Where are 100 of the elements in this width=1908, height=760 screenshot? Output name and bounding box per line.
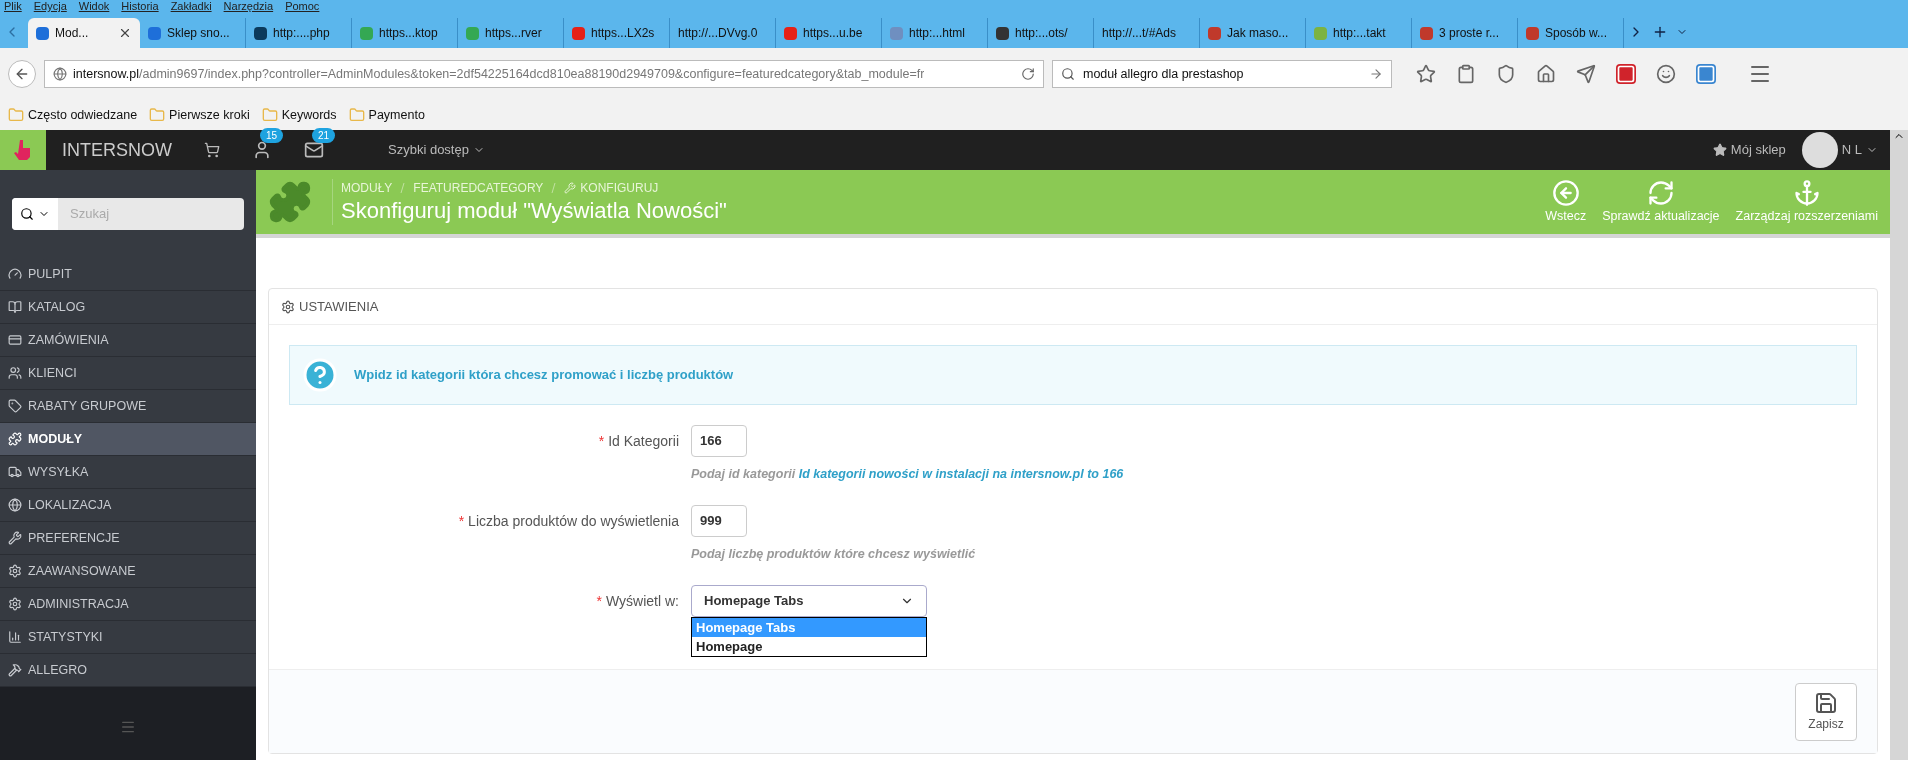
save-button[interactable]: Zapisz xyxy=(1795,682,1857,741)
required-mark: * xyxy=(596,593,602,609)
help-text: Podaj id kategorii Id kategorii nowości w instalacji na intersnow.pl to 166 xyxy=(691,466,1124,483)
bookmark[interactable]: Często odwiedzane xyxy=(8,105,138,125)
dropdown-option[interactable]: Homepage xyxy=(692,637,926,656)
tab-title: 3 proste r... xyxy=(1439,25,1500,42)
menu-item-icon xyxy=(8,333,22,347)
tab-title: Jak maso... xyxy=(1227,25,1289,42)
bookmark[interactable]: Pierwsze kroki xyxy=(149,105,250,125)
search-field[interactable]: moduł allegro dla prestashop xyxy=(1052,60,1392,88)
star-icon xyxy=(1712,143,1727,157)
tab-title: https...u.be xyxy=(803,25,863,42)
menu-item[interactable]: Historia xyxy=(121,0,159,13)
dropdown[interactable]: Homepage Tabs xyxy=(691,585,927,617)
question-icon xyxy=(302,357,338,393)
send-icon[interactable] xyxy=(1576,64,1596,84)
orders-icon[interactable] xyxy=(204,142,220,158)
sidebar-item[interactable]: MODUŁY xyxy=(0,423,256,456)
menu-item-icon xyxy=(8,564,22,578)
browser-tab[interactable]: Mod... xyxy=(28,18,140,48)
required-mark: * xyxy=(458,513,465,529)
sidebar-item[interactable]: ZAMÓWIENIA xyxy=(0,324,256,357)
sidebar-item[interactable]: STATYSTYKI xyxy=(0,621,256,654)
sidebar-item[interactable]: WYSYŁKA xyxy=(0,456,256,489)
gear-icon xyxy=(281,299,295,314)
action-icon xyxy=(1792,178,1821,207)
tab-title: http:....php xyxy=(273,25,330,42)
sidebar-item[interactable]: KLIENCI xyxy=(0,357,256,390)
sidebar-item[interactable]: LOKALIZACJA xyxy=(0,489,256,522)
clipboard-icon[interactable] xyxy=(1456,64,1476,84)
tab-title: https...ktop xyxy=(379,25,438,42)
field-label: Wyświetl w: xyxy=(606,593,679,609)
sidebar-item[interactable]: ADMINISTRACJA xyxy=(0,588,256,621)
action-icon xyxy=(1551,178,1580,207)
menu-item[interactable]: Pomoc xyxy=(285,0,320,13)
field-label: Liczba produktów do wyświetlenia xyxy=(468,513,679,529)
bookmark[interactable]: Keywords xyxy=(261,105,337,125)
customers-icon[interactable] xyxy=(252,140,272,160)
menu-item-icon xyxy=(8,498,22,512)
bookmark-star-icon[interactable] xyxy=(1416,64,1436,84)
tab-title: https...LX2s xyxy=(591,25,655,42)
sidebar-item[interactable]: RABATY GRUPOWE xyxy=(0,390,256,423)
page-title: Skonfiguruj moduł "Wyświatla Nowości" xyxy=(341,197,727,225)
input-field[interactable]: 999 xyxy=(691,505,747,537)
menu-item[interactable]: Zakładki xyxy=(170,0,212,13)
separator-icon xyxy=(400,183,406,193)
tab-title: http:...ots/ xyxy=(1015,25,1068,42)
menu-item-icon xyxy=(8,399,22,413)
menu-item[interactable]: Narzędzia xyxy=(223,0,274,13)
tab-title: http:...takt xyxy=(1333,25,1386,42)
sidebar-item[interactable]: PULPIT xyxy=(0,258,256,291)
tab-title: Mod... xyxy=(55,25,89,42)
field-label: Id Kategorii xyxy=(608,433,679,449)
menu-item[interactable]: Edycja xyxy=(33,0,67,13)
notification-badge: 21 xyxy=(312,128,336,143)
panel-heading: USTAWIENIA xyxy=(281,296,379,317)
menu-item-icon xyxy=(8,630,22,644)
search-icon xyxy=(1061,67,1075,81)
chat-icon[interactable] xyxy=(1656,64,1676,84)
shop-name[interactable]: INTERSNOW xyxy=(62,136,172,164)
my-shop-link[interactable]: Mój sklep xyxy=(1712,140,1786,160)
back-button[interactable] xyxy=(8,60,36,88)
puzzle-icon xyxy=(268,180,312,224)
separator-icon xyxy=(551,183,557,193)
quick-access-menu[interactable]: Szybki dostęp xyxy=(388,140,485,160)
menu-item-icon xyxy=(8,597,22,611)
close-icon[interactable] xyxy=(118,26,132,40)
new-tab-icon[interactable] xyxy=(1652,24,1668,40)
folder-icon xyxy=(149,107,166,123)
sidebar-item[interactable]: ZAAWANSOWANE xyxy=(0,555,256,588)
notification-badge: 15 xyxy=(260,128,284,143)
tab-title: https...rver xyxy=(485,25,542,42)
tab-title: http://...DVvg.0 xyxy=(678,25,758,42)
user-menu[interactable]: N L xyxy=(1841,140,1878,160)
sidebar-item[interactable]: KATALOG xyxy=(0,291,256,324)
search-icon xyxy=(20,207,34,221)
sidebar-item[interactable]: PREFERENCJE xyxy=(0,522,256,555)
bookmark-label: Paymento xyxy=(368,106,425,124)
bookmark-label: Keywords xyxy=(281,106,337,124)
menu-item[interactable]: Plik xyxy=(4,0,22,13)
tab-title: Sklep sno... xyxy=(167,25,230,42)
menu-item-icon xyxy=(8,465,22,479)
avatar xyxy=(1801,132,1838,168)
menu-item-icon xyxy=(8,300,22,314)
url-field[interactable]: intersnow.pl/admin9697/index.php?controller=AdminModules&token=2df54225164dcd810ea88190d2949709&configure=featuredcategory&tab_module=fr xyxy=(44,60,1044,88)
info-alert: Wpidz id kategorii która chcesz promować i liczbę produktów xyxy=(289,345,1857,405)
folder-icon xyxy=(8,107,24,123)
input-field[interactable]: 166 xyxy=(691,425,747,457)
home-icon[interactable] xyxy=(1536,64,1556,84)
messages-icon[interactable] xyxy=(304,140,324,160)
bookmark[interactable]: Paymento xyxy=(348,105,425,125)
menu-item-icon xyxy=(8,366,22,380)
scrollbar[interactable] xyxy=(1890,130,1908,760)
reload-icon[interactable] xyxy=(1021,67,1035,81)
pointing-hand-icon xyxy=(14,139,32,161)
tab-title: http:...html xyxy=(909,25,966,42)
menu-item[interactable]: Widok xyxy=(78,0,110,13)
tab-title: Sposób w... xyxy=(1545,25,1608,42)
sidebar-item[interactable]: ALLEGRO xyxy=(0,654,256,687)
folder-icon xyxy=(261,107,278,123)
